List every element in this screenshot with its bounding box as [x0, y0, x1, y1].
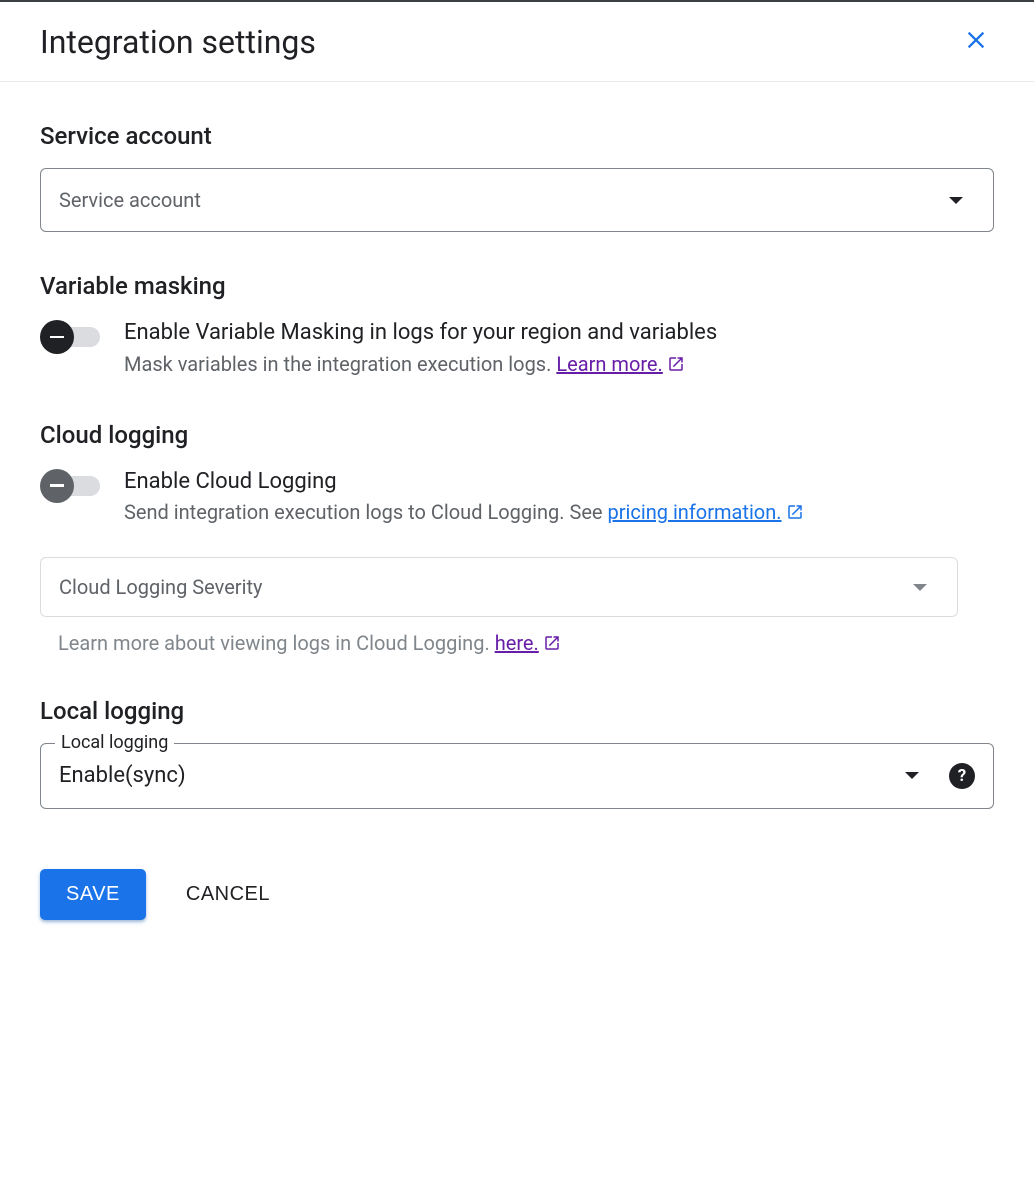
local-logging-value: Enable(sync) [59, 763, 905, 788]
service-account-section: Service account Service account [40, 122, 994, 232]
dialog-content: Service account Service account Variable… [0, 82, 1034, 960]
toggle-thumb-icon [40, 320, 74, 354]
cloud-logging-label: Enable Cloud Logging [124, 467, 994, 498]
integration-settings-dialog: Integration settings Service account Ser… [0, 0, 1034, 960]
variable-masking-row: Enable Variable Masking in logs for your… [40, 318, 994, 381]
variable-masking-section: Variable masking Enable Variable Masking… [40, 272, 994, 381]
local-logging-title: Local logging [40, 697, 994, 725]
cloud-logging-pricing-link[interactable]: pricing information. [608, 500, 782, 524]
service-account-placeholder: Service account [59, 188, 949, 212]
variable-masking-label: Enable Variable Masking in logs for your… [124, 318, 994, 349]
service-account-select[interactable]: Service account [40, 168, 994, 232]
chevron-down-icon [949, 197, 963, 204]
local-logging-field-label: Local logging [55, 732, 174, 753]
chevron-down-icon [913, 584, 927, 591]
external-link-icon [786, 499, 804, 529]
dialog-header: Integration settings [0, 2, 1034, 82]
cloud-logging-row: Enable Cloud Logging Send integration ex… [40, 467, 994, 530]
service-account-title: Service account [40, 122, 994, 150]
cloud-logging-toggle[interactable] [40, 469, 102, 503]
local-logging-section: Local logging Local logging Enable(sync)… [40, 697, 994, 809]
variable-masking-learn-more-link[interactable]: Learn more. [556, 352, 662, 376]
dialog-title: Integration settings [40, 23, 316, 61]
help-icon[interactable]: ? [949, 763, 975, 789]
cloud-logging-helper: Learn more about viewing logs in Cloud L… [40, 631, 994, 657]
variable-masking-toggle[interactable] [40, 320, 102, 354]
toggle-thumb-icon [40, 469, 74, 503]
cloud-logging-here-link[interactable]: here. [495, 631, 539, 655]
close-button[interactable] [958, 22, 994, 61]
variable-masking-desc: Mask variables in the integration execut… [124, 349, 994, 381]
external-link-icon [543, 633, 561, 657]
local-logging-select[interactable]: Local logging Enable(sync) ? [40, 743, 994, 809]
chevron-down-icon [905, 772, 919, 779]
dialog-actions: SAVE CANCEL [40, 869, 994, 920]
save-button[interactable]: SAVE [40, 869, 146, 920]
cloud-logging-severity-placeholder: Cloud Logging Severity [59, 575, 913, 599]
cloud-logging-title: Cloud logging [40, 421, 994, 449]
close-icon [962, 26, 990, 57]
cloud-logging-section: Cloud logging Enable Cloud Logging Send … [40, 421, 994, 657]
external-link-icon [667, 351, 685, 381]
cancel-button[interactable]: CANCEL [186, 883, 270, 906]
cloud-logging-desc: Send integration execution logs to Cloud… [124, 497, 994, 529]
cloud-logging-severity-select[interactable]: Cloud Logging Severity [40, 557, 958, 617]
variable-masking-title: Variable masking [40, 272, 994, 300]
